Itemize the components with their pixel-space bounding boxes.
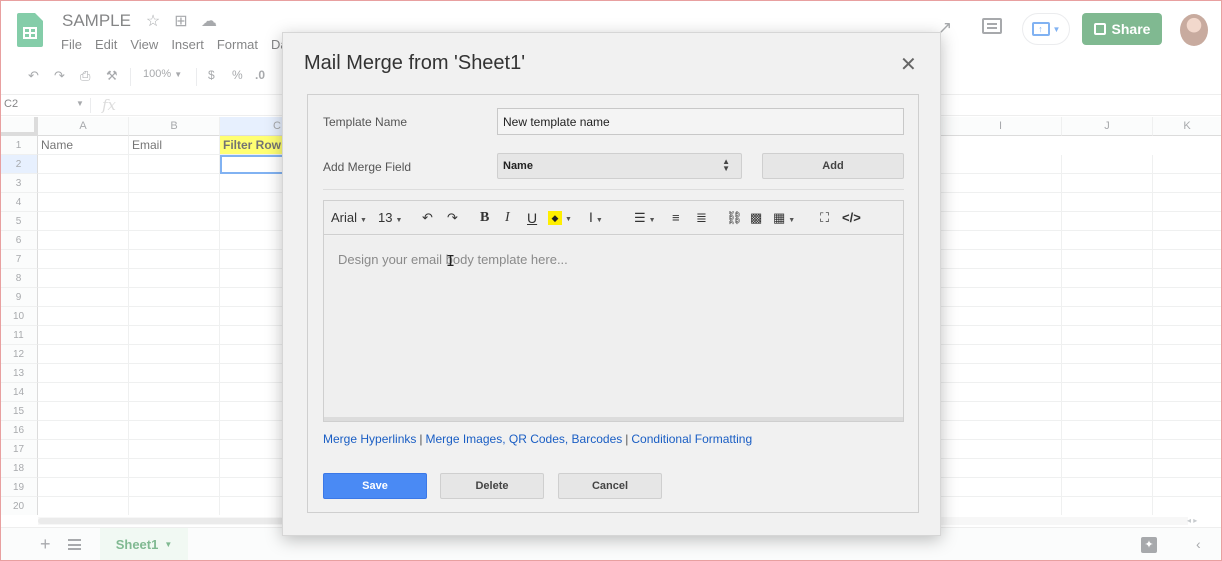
merge-field-label: Add Merge Field	[323, 160, 412, 174]
italic-icon[interactable]: I	[505, 210, 510, 226]
link-separator: |	[625, 432, 629, 446]
save-button[interactable]: Save	[323, 473, 427, 499]
merge-field-value: Name	[503, 160, 533, 172]
cancel-button[interactable]: Cancel	[558, 473, 662, 499]
text-cursor-icon: I	[446, 252, 456, 270]
editor-toolbar: Arial ▼ 13 ▼ ↶ ↷ B I U ◆ ▼ Ⅰ ▼ ☰ ▼ ≡ ≣ ⛓ ▩ ▦ ▼…	[324, 201, 903, 235]
bold-icon[interactable]: B	[480, 210, 489, 226]
bullet-list-icon[interactable]: ≡	[672, 210, 680, 225]
email-body-editor: Arial ▼ 13 ▼ ↶ ↷ B I U ◆ ▼ Ⅰ ▼ ☰ ▼ ≡ ≣ ⛓ ▩ ▦ ▼…	[323, 200, 904, 422]
dialog-title: Mail Merge from 'Sheet1'	[304, 52, 526, 74]
undo-icon[interactable]: ↶	[422, 210, 433, 226]
add-merge-field-button[interactable]: Add	[762, 153, 904, 179]
mail-merge-dialog: Mail Merge from 'Sheet1' ✕ Template Name…	[282, 32, 941, 536]
fullscreen-icon[interactable]: ⛶	[820, 210, 829, 226]
editor-body[interactable]: Design your email body template here... …	[324, 236, 903, 418]
font-family-select[interactable]: Arial ▼	[331, 210, 367, 225]
align-left-icon[interactable]: ☰ ▼	[634, 210, 656, 226]
delete-button[interactable]: Delete	[440, 473, 544, 499]
font-size-select[interactable]: 13 ▼	[378, 210, 402, 225]
merge-images-link[interactable]: Merge Images, QR Codes, Barcodes	[426, 432, 623, 446]
panel-divider	[323, 189, 904, 190]
highlight-color-icon[interactable]: ◆ ▼	[548, 209, 572, 225]
redo-icon[interactable]: ↷	[447, 210, 458, 226]
font-family-value: Arial	[331, 210, 358, 225]
numbered-list-icon[interactable]: ≣	[696, 210, 707, 226]
conditional-formatting-link[interactable]: Conditional Formatting	[631, 432, 752, 446]
image-icon[interactable]: ▩	[750, 210, 762, 226]
link-separator: |	[419, 432, 423, 446]
template-name-label: Template Name	[323, 115, 408, 129]
help-links: Merge Hyperlinks | Merge Images, QR Codes,…	[323, 432, 752, 446]
line-height-icon[interactable]: Ⅰ ▼	[589, 210, 603, 226]
link-icon[interactable]: ⛓	[726, 210, 743, 226]
template-name-input[interactable]	[497, 108, 904, 135]
table-icon[interactable]: ▦ ▼	[773, 210, 795, 226]
merge-field-select[interactable]: Name ▲ ▼	[497, 153, 742, 179]
close-icon[interactable]: ✕	[900, 52, 917, 77]
dialog-panel: Template Name Add Merge Field Name ▲▼ Ad…	[307, 94, 919, 513]
code-view-icon[interactable]: </>	[842, 210, 861, 225]
merge-hyperlinks-link[interactable]: Merge Hyperlinks	[323, 432, 416, 446]
editor-resize-handle[interactable]	[324, 417, 903, 421]
font-size-value: 13	[378, 210, 393, 225]
underline-icon[interactable]: U	[527, 210, 537, 226]
select-arrows-icon: ▲ ▼	[722, 157, 730, 173]
